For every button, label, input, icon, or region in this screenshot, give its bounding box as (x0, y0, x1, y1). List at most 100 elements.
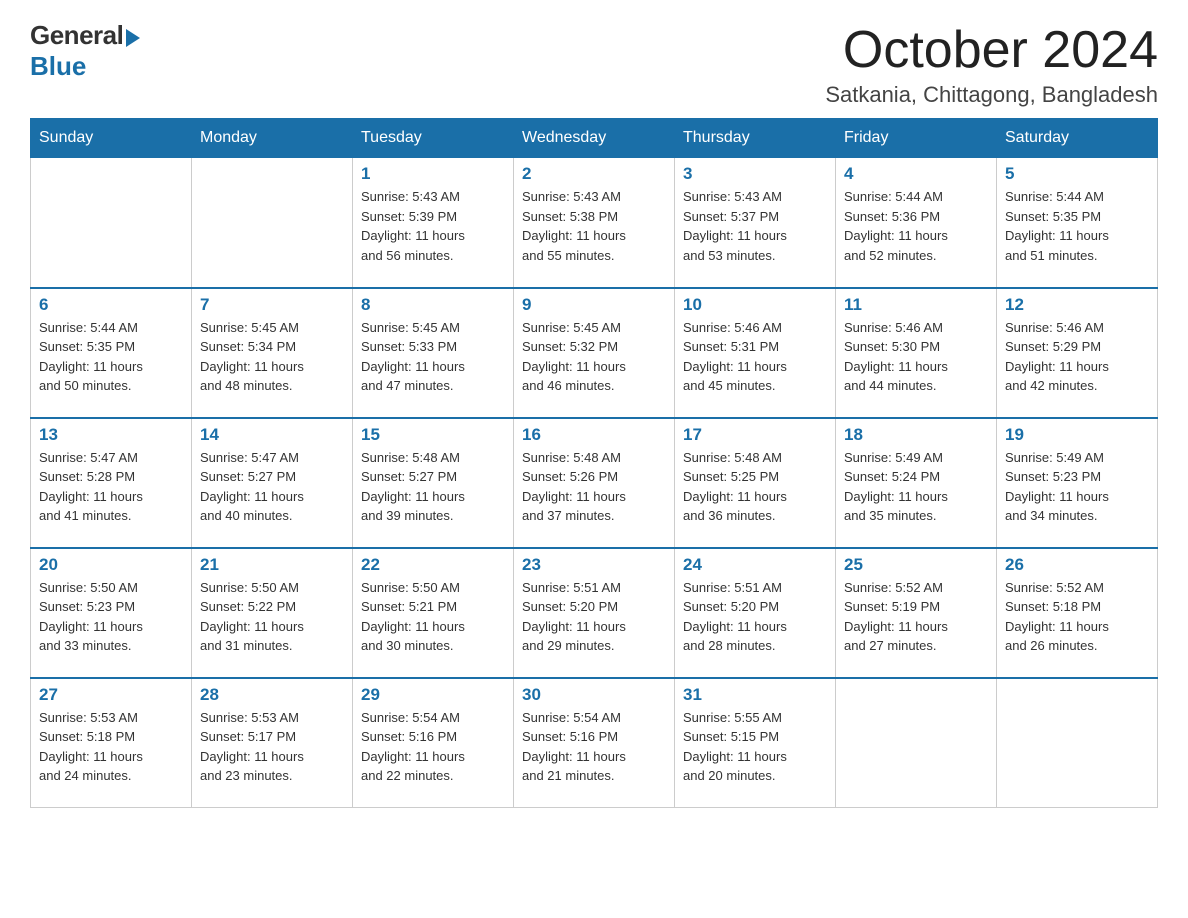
day-number: 26 (1005, 555, 1149, 575)
calendar-cell: 10Sunrise: 5:46 AM Sunset: 5:31 PM Dayli… (675, 288, 836, 418)
day-info: Sunrise: 5:53 AM Sunset: 5:17 PM Dayligh… (200, 708, 344, 786)
day-number: 15 (361, 425, 505, 445)
calendar-cell: 30Sunrise: 5:54 AM Sunset: 5:16 PM Dayli… (514, 678, 675, 808)
day-info: Sunrise: 5:49 AM Sunset: 5:24 PM Dayligh… (844, 448, 988, 526)
day-info: Sunrise: 5:44 AM Sunset: 5:36 PM Dayligh… (844, 187, 988, 265)
calendar-cell: 7 Sunrise: 5:45 AM Sunset: 5:34 PM Daylig… (192, 288, 353, 418)
calendar-cell: 3Sunrise: 5:43 AM Sunset: 5:37 PM Daylig… (675, 158, 836, 288)
calendar-cell (836, 678, 997, 808)
day-number: 4 (844, 164, 988, 184)
day-number: 25 (844, 555, 988, 575)
calendar-cell: 18 Sunrise: 5:49 AM Sunset: 5:24 PM Dayli… (836, 418, 997, 548)
day-number: 6 (39, 295, 183, 315)
calendar-week-row: 13 Sunrise: 5:47 AM Sunset: 5:28 PM Dayli… (31, 418, 1158, 548)
day-info: Sunrise: 5:48 AM Sunset: 5:27 PM Dayligh… (361, 448, 505, 526)
day-info: Sunrise: 5:49 AM Sunset: 5:23 PM Dayligh… (1005, 448, 1149, 526)
day-info: Sunrise: 5:45 AM Sunset: 5:32 PM Dayligh… (522, 318, 666, 396)
day-info: Sunrise: 5:51 AM Sunset: 5:20 PM Dayligh… (683, 578, 827, 656)
logo-general-text: General (30, 20, 123, 51)
calendar-table: SundayMondayTuesdayWednesdayThursdayFrid… (30, 118, 1158, 808)
day-info: Sunrise: 5:44 AM Sunset: 5:35 PM Dayligh… (1005, 187, 1149, 265)
calendar-cell: 25 Sunrise: 5:52 AM Sunset: 5:19 PM Dayli… (836, 548, 997, 678)
day-number: 12 (1005, 295, 1149, 315)
logo: General Blue (30, 20, 140, 82)
day-info: Sunrise: 5:53 AM Sunset: 5:18 PM Dayligh… (39, 708, 183, 786)
day-number: 31 (683, 685, 827, 705)
calendar-cell: 15 Sunrise: 5:48 AM Sunset: 5:27 PM Dayli… (353, 418, 514, 548)
logo-blue-text: Blue (30, 51, 86, 82)
calendar-cell: 28 Sunrise: 5:53 AM Sunset: 5:17 PM Dayli… (192, 678, 353, 808)
calendar-cell: 14Sunrise: 5:47 AM Sunset: 5:27 PM Dayli… (192, 418, 353, 548)
page-header: General Blue October 2024 Satkania, Chit… (30, 20, 1158, 108)
day-info: Sunrise: 5:52 AM Sunset: 5:19 PM Dayligh… (844, 578, 988, 656)
header-wednesday: Wednesday (514, 119, 675, 158)
day-number: 18 (844, 425, 988, 445)
calendar-cell: 11Sunrise: 5:46 AM Sunset: 5:30 PM Dayli… (836, 288, 997, 418)
day-number: 13 (39, 425, 183, 445)
day-number: 11 (844, 295, 988, 315)
header-saturday: Saturday (997, 119, 1158, 158)
header-monday: Monday (192, 119, 353, 158)
day-info: Sunrise: 5:47 AM Sunset: 5:28 PM Dayligh… (39, 448, 183, 526)
day-number: 16 (522, 425, 666, 445)
day-number: 29 (361, 685, 505, 705)
day-info: Sunrise: 5:48 AM Sunset: 5:26 PM Dayligh… (522, 448, 666, 526)
calendar-cell: 16 Sunrise: 5:48 AM Sunset: 5:26 PM Dayli… (514, 418, 675, 548)
calendar-cell: 23Sunrise: 5:51 AM Sunset: 5:20 PM Dayli… (514, 548, 675, 678)
day-number: 5 (1005, 164, 1149, 184)
day-number: 24 (683, 555, 827, 575)
calendar-cell: 19 Sunrise: 5:49 AM Sunset: 5:23 PM Dayli… (997, 418, 1158, 548)
day-info: Sunrise: 5:43 AM Sunset: 5:39 PM Dayligh… (361, 187, 505, 265)
day-info: Sunrise: 5:50 AM Sunset: 5:21 PM Dayligh… (361, 578, 505, 656)
day-info: Sunrise: 5:48 AM Sunset: 5:25 PM Dayligh… (683, 448, 827, 526)
calendar-cell: 5 Sunrise: 5:44 AM Sunset: 5:35 PM Daylig… (997, 158, 1158, 288)
calendar-cell: 1 Sunrise: 5:43 AM Sunset: 5:39 PM Daylig… (353, 158, 514, 288)
day-number: 2 (522, 164, 666, 184)
location-subtitle: Satkania, Chittagong, Bangladesh (825, 82, 1158, 108)
calendar-header-row: SundayMondayTuesdayWednesdayThursdayFrid… (31, 119, 1158, 158)
calendar-week-row: 6Sunrise: 5:44 AM Sunset: 5:35 PM Daylig… (31, 288, 1158, 418)
day-info: Sunrise: 5:45 AM Sunset: 5:34 PM Dayligh… (200, 318, 344, 396)
day-number: 20 (39, 555, 183, 575)
day-info: Sunrise: 5:47 AM Sunset: 5:27 PM Dayligh… (200, 448, 344, 526)
calendar-cell (31, 158, 192, 288)
day-number: 21 (200, 555, 344, 575)
day-number: 17 (683, 425, 827, 445)
calendar-cell: 21Sunrise: 5:50 AM Sunset: 5:22 PM Dayli… (192, 548, 353, 678)
calendar-week-row: 27 Sunrise: 5:53 AM Sunset: 5:18 PM Dayli… (31, 678, 1158, 808)
calendar-week-row: 20Sunrise: 5:50 AM Sunset: 5:23 PM Dayli… (31, 548, 1158, 678)
header-thursday: Thursday (675, 119, 836, 158)
calendar-cell: 6Sunrise: 5:44 AM Sunset: 5:35 PM Daylig… (31, 288, 192, 418)
day-number: 28 (200, 685, 344, 705)
day-info: Sunrise: 5:46 AM Sunset: 5:31 PM Dayligh… (683, 318, 827, 396)
day-info: Sunrise: 5:45 AM Sunset: 5:33 PM Dayligh… (361, 318, 505, 396)
month-year-title: October 2024 (825, 20, 1158, 80)
day-number: 30 (522, 685, 666, 705)
header-sunday: Sunday (31, 119, 192, 158)
calendar-cell (997, 678, 1158, 808)
calendar-cell: 27 Sunrise: 5:53 AM Sunset: 5:18 PM Dayli… (31, 678, 192, 808)
title-section: October 2024 Satkania, Chittagong, Bangl… (825, 20, 1158, 108)
calendar-cell: 26Sunrise: 5:52 AM Sunset: 5:18 PM Dayli… (997, 548, 1158, 678)
calendar-cell: 22Sunrise: 5:50 AM Sunset: 5:21 PM Dayli… (353, 548, 514, 678)
day-info: Sunrise: 5:46 AM Sunset: 5:29 PM Dayligh… (1005, 318, 1149, 396)
calendar-cell: 4 Sunrise: 5:44 AM Sunset: 5:36 PM Daylig… (836, 158, 997, 288)
header-tuesday: Tuesday (353, 119, 514, 158)
calendar-cell (192, 158, 353, 288)
calendar-week-row: 1 Sunrise: 5:43 AM Sunset: 5:39 PM Daylig… (31, 158, 1158, 288)
day-number: 8 (361, 295, 505, 315)
calendar-cell: 8 Sunrise: 5:45 AM Sunset: 5:33 PM Daylig… (353, 288, 514, 418)
day-number: 7 (200, 295, 344, 315)
day-number: 1 (361, 164, 505, 184)
day-number: 19 (1005, 425, 1149, 445)
day-info: Sunrise: 5:51 AM Sunset: 5:20 PM Dayligh… (522, 578, 666, 656)
calendar-cell: 31Sunrise: 5:55 AM Sunset: 5:15 PM Dayli… (675, 678, 836, 808)
day-info: Sunrise: 5:43 AM Sunset: 5:38 PM Dayligh… (522, 187, 666, 265)
calendar-cell: 29 Sunrise: 5:54 AM Sunset: 5:16 PM Dayli… (353, 678, 514, 808)
calendar-cell: 12 Sunrise: 5:46 AM Sunset: 5:29 PM Dayli… (997, 288, 1158, 418)
day-number: 27 (39, 685, 183, 705)
day-info: Sunrise: 5:54 AM Sunset: 5:16 PM Dayligh… (361, 708, 505, 786)
calendar-cell: 13 Sunrise: 5:47 AM Sunset: 5:28 PM Dayli… (31, 418, 192, 548)
calendar-cell: 17 Sunrise: 5:48 AM Sunset: 5:25 PM Dayli… (675, 418, 836, 548)
day-info: Sunrise: 5:43 AM Sunset: 5:37 PM Dayligh… (683, 187, 827, 265)
